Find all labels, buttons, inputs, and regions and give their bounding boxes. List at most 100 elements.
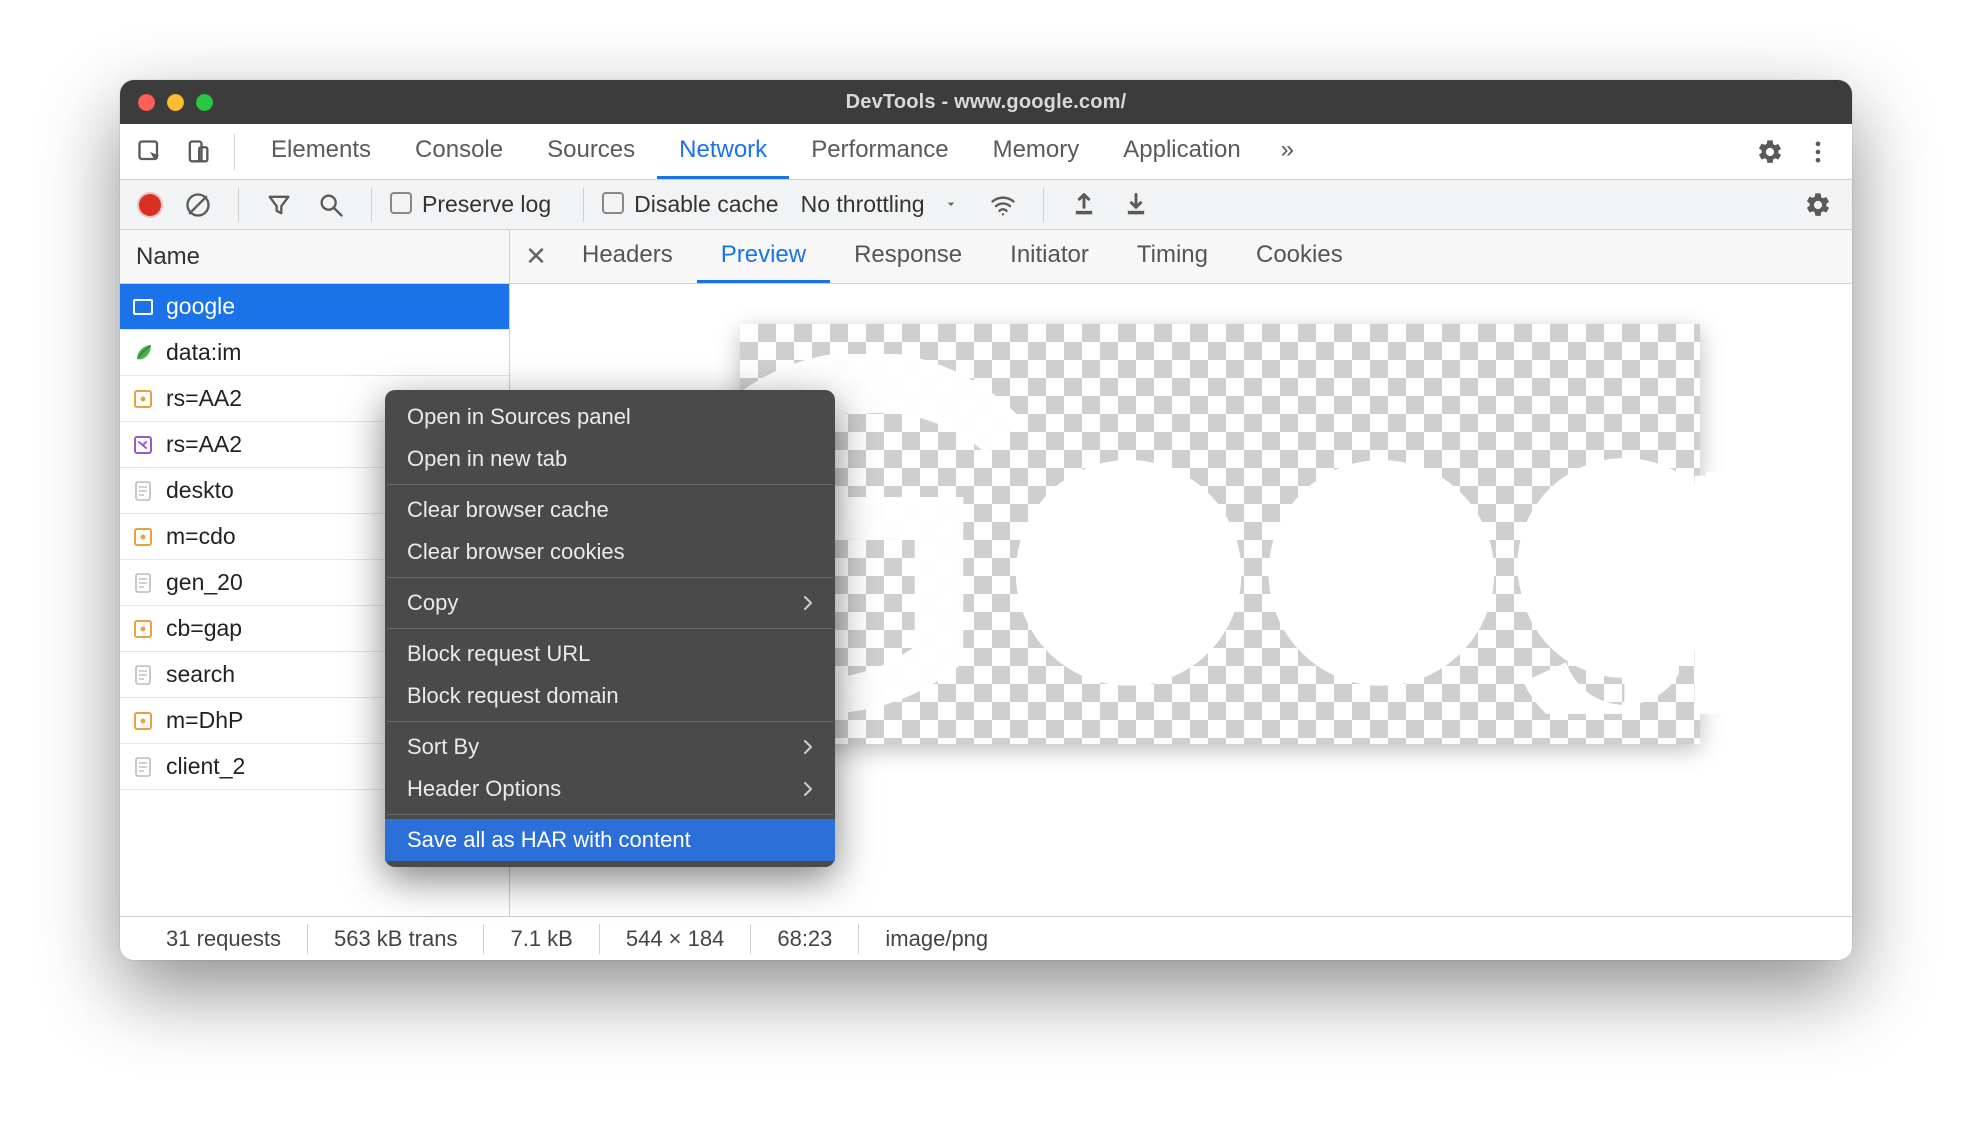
doc-icon [132, 480, 154, 502]
context-menu-label: Clear browser cookies [407, 539, 625, 565]
context-menu-item[interactable]: Open in Sources panel [385, 396, 835, 438]
status-dimensions: 544 × 184 [600, 926, 750, 952]
context-menu-item[interactable]: Header Options [385, 768, 835, 810]
request-row[interactable]: google [120, 284, 509, 330]
window-minimize[interactable] [167, 94, 184, 111]
disable-cache-checkbox[interactable]: Disable cache [602, 191, 778, 218]
context-menu-item[interactable]: Open in new tab [385, 438, 835, 480]
filter-icon[interactable] [257, 183, 301, 227]
status-requests: 31 requests [140, 926, 307, 952]
context-menu-separator [387, 628, 833, 629]
request-name: gen_20 [166, 569, 243, 596]
context-menu-item[interactable]: Copy [385, 582, 835, 624]
detail-tab-initiator[interactable]: Initiator [986, 231, 1113, 283]
context-menu-item[interactable]: Clear browser cookies [385, 531, 835, 573]
detail-tab-timing[interactable]: Timing [1113, 231, 1232, 283]
chevron-down-icon [943, 191, 959, 218]
request-row[interactable]: data:im [120, 330, 509, 376]
status-resource-size: 7.1 kB [484, 926, 598, 952]
request-name: search [166, 661, 235, 688]
overflow-glyph: » [1281, 136, 1294, 164]
context-menu-item[interactable]: Sort By [385, 726, 835, 768]
context-menu: Open in Sources panel Open in new tab Clea… [385, 390, 835, 867]
separator [583, 188, 584, 222]
context-menu-label: Save all as HAR with content [407, 827, 691, 853]
context-menu-separator [387, 577, 833, 578]
detail-tab-response[interactable]: Response [830, 231, 986, 283]
request-name: google [166, 293, 235, 320]
request-name: rs=AA2 [166, 431, 242, 458]
preserve-log-checkbox[interactable]: Preserve log [390, 191, 551, 218]
import-har-icon[interactable] [1062, 183, 1106, 227]
separator [234, 134, 235, 170]
context-menu-item[interactable]: Clear browser cache [385, 489, 835, 531]
tab-network[interactable]: Network [657, 125, 789, 179]
context-menu-label: Block request domain [407, 683, 619, 709]
kebab-menu-icon[interactable] [1796, 130, 1840, 174]
doc-icon [132, 664, 154, 686]
context-menu-separator [387, 484, 833, 485]
disable-cache-label: Disable cache [634, 191, 778, 218]
context-menu-label: Clear browser cache [407, 497, 609, 523]
request-name: m=cdo [166, 523, 236, 550]
js-icon [132, 618, 154, 640]
tab-application[interactable]: Application [1101, 125, 1262, 179]
window-title: DevTools - www.google.com/ [120, 91, 1852, 114]
export-har-icon[interactable] [1114, 183, 1158, 227]
detail-tab-headers[interactable]: Headers [558, 231, 697, 283]
chevron-right-icon [803, 776, 813, 802]
window-zoom[interactable] [196, 94, 213, 111]
context-menu-item[interactable]: Save all as HAR with content [385, 819, 835, 861]
window-close[interactable] [138, 94, 155, 111]
tab-elements[interactable]: Elements [249, 125, 393, 179]
network-toolbar: Preserve log Disable cache No throttling [120, 180, 1852, 230]
toggle-device-icon[interactable] [176, 130, 220, 174]
devtools-tab-bar: ElementsConsoleSourcesNetworkPerformance… [120, 124, 1852, 180]
css-icon [132, 434, 154, 456]
context-menu-label: Copy [407, 590, 458, 616]
request-name: m=DhP [166, 707, 243, 734]
doc-icon [132, 756, 154, 778]
request-list-header[interactable]: Name [120, 230, 509, 284]
context-menu-item[interactable]: Block request domain [385, 675, 835, 717]
close-detail-icon[interactable]: ✕ [514, 235, 558, 279]
img-blue-icon [132, 296, 154, 318]
status-bar: 31 requests 563 kB trans 7.1 kB 544 × 18… [120, 916, 1852, 960]
detail-tab-preview[interactable]: Preview [697, 231, 830, 283]
context-menu-separator [387, 721, 833, 722]
tab-console[interactable]: Console [393, 125, 525, 179]
request-name: rs=AA2 [166, 385, 242, 412]
tab-performance[interactable]: Performance [789, 125, 970, 179]
js-icon [132, 526, 154, 548]
network-conditions-icon[interactable] [981, 183, 1025, 227]
tab-sources[interactable]: Sources [525, 125, 657, 179]
context-menu-label: Open in new tab [407, 446, 567, 472]
throttling-dropdown[interactable]: No throttling [801, 191, 959, 218]
context-menu-item[interactable]: Block request URL [385, 633, 835, 675]
inspect-element-icon[interactable] [128, 130, 172, 174]
preserve-log-label: Preserve log [422, 191, 551, 218]
window-traffic-lights [120, 94, 213, 111]
separator [1043, 188, 1044, 222]
throttling-label: No throttling [801, 191, 925, 218]
context-menu-label: Sort By [407, 734, 479, 760]
separator [371, 188, 372, 222]
google-logo [730, 354, 1780, 714]
separator [238, 188, 239, 222]
network-settings-icon[interactable] [1796, 183, 1840, 227]
detail-tab-cookies[interactable]: Cookies [1232, 231, 1367, 283]
request-name: deskto [166, 477, 234, 504]
devtools-window: DevTools - www.google.com/ ElementsConso… [120, 80, 1852, 960]
js-icon [132, 388, 154, 410]
search-icon[interactable] [309, 183, 353, 227]
leaf-icon [132, 342, 154, 364]
status-mime: image/png [859, 926, 1014, 952]
request-name: data:im [166, 339, 241, 366]
tabs-overflow-button[interactable]: » [1267, 125, 1308, 179]
record-button[interactable] [132, 183, 168, 227]
context-menu-label: Header Options [407, 776, 561, 802]
tab-memory[interactable]: Memory [971, 125, 1102, 179]
settings-icon[interactable] [1748, 130, 1792, 174]
preview-image[interactable] [740, 324, 1700, 744]
clear-icon[interactable] [176, 183, 220, 227]
